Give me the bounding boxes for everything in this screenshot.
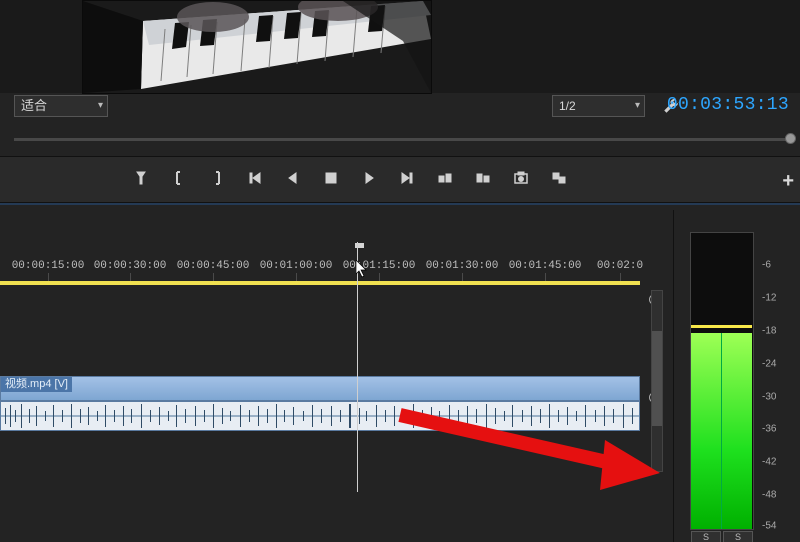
in-bracket-button[interactable] [170, 169, 188, 187]
ruler-tick: 00:00:15:00 [12, 260, 85, 272]
button-editor-add-icon[interactable]: + [782, 170, 794, 193]
peak-indicator [691, 325, 752, 328]
ruler-tick: 00:01:00:00 [260, 260, 333, 272]
time-ruler[interactable]: 00:00:15:00 00:00:30:00 00:00:45:00 00:0… [0, 246, 640, 281]
solo-button-right[interactable]: S [723, 531, 753, 542]
ruler-tick: 00:00:30:00 [94, 260, 167, 272]
meter-scale-label: -54 [762, 521, 776, 532]
meter-scale-label: -18 [762, 326, 776, 337]
timeline-panel: 00:00:15:00 00:00:30:00 00:00:45:00 00:0… [0, 210, 673, 542]
meter-scale-label: -42 [762, 457, 776, 468]
scrub-handle[interactable] [785, 133, 796, 144]
step-back-button[interactable] [284, 169, 302, 187]
meter-scale-label: -36 [762, 424, 776, 435]
chevron-down-icon: ▾ [635, 97, 644, 115]
audio-waveform [1, 402, 640, 430]
solo-button-left[interactable]: S [691, 531, 721, 542]
chevron-down-icon: ▾ [98, 97, 107, 115]
solo-buttons-row: S S [690, 531, 754, 542]
ruler-tick: 00:01:45:00 [509, 260, 582, 272]
playhead[interactable] [357, 242, 358, 492]
play-stop-button[interactable] [322, 169, 340, 187]
zoom-fit-label: 适合 [21, 97, 47, 115]
monitor-controls-row: 适合 ▾ 1/2 ▾ 00:03:53:13 [0, 94, 800, 124]
lift-button[interactable] [436, 169, 454, 187]
extract-button[interactable] [474, 169, 492, 187]
meter-scale-label: -24 [762, 359, 776, 370]
audio-clip[interactable] [0, 401, 640, 431]
audio-meter-panel: -6 -12 -18 -24 -30 -36 -42 -48 -54 S S [673, 210, 800, 542]
scrollbar-thumb[interactable] [652, 331, 662, 426]
mark-in-button[interactable] [132, 169, 150, 187]
panel-separator [0, 203, 800, 205]
ruler-tick: 00:01:15:00 [343, 260, 416, 272]
go-to-out-button[interactable] [398, 169, 416, 187]
meter-scale-label: -6 [762, 260, 771, 271]
video-clip-label: 视频.mp4 [V] [1, 377, 72, 392]
meter-scale-label: -48 [762, 490, 776, 501]
insert-button[interactable] [550, 169, 568, 187]
meter-scale-label: -12 [762, 293, 776, 304]
scrub-track [14, 138, 786, 141]
program-monitor [0, 0, 800, 93]
export-frame-button[interactable] [512, 169, 530, 187]
timeline-vertical-scrollbar[interactable] [651, 290, 663, 472]
preview-frame [82, 0, 432, 94]
playback-resolution-label: 1/2 [559, 97, 576, 115]
transport-toolbar: + [0, 156, 800, 203]
ruler-tick: 00:01:30:00 [426, 260, 499, 272]
step-forward-button[interactable] [360, 169, 378, 187]
sequence-duration-timecode[interactable]: 00:03:53:13 [667, 95, 789, 117]
zoom-fit-dropdown[interactable]: 适合 ▾ [14, 95, 108, 117]
meter-bar-left [691, 333, 722, 529]
ruler-tick: 00:00:45:00 [177, 260, 250, 272]
scrub-slider[interactable] [0, 128, 800, 154]
go-to-in-button[interactable] [246, 169, 264, 187]
playback-resolution-dropdown[interactable]: 1/2 ▾ [552, 95, 645, 117]
ruler-tick: 00:02:0 [597, 260, 643, 272]
piano-frame-svg [83, 1, 431, 93]
out-bracket-button[interactable] [208, 169, 226, 187]
meter-scale: -6 -12 -18 -24 -30 -36 -42 -48 -54 [756, 232, 786, 528]
meter-bar-right [722, 333, 752, 529]
video-clip[interactable]: 视频.mp4 [V] [0, 376, 640, 401]
work-area-bar[interactable] [0, 281, 640, 285]
mouse-cursor-icon [356, 260, 368, 278]
audio-meter[interactable] [690, 232, 754, 530]
meter-scale-label: -30 [762, 392, 776, 403]
